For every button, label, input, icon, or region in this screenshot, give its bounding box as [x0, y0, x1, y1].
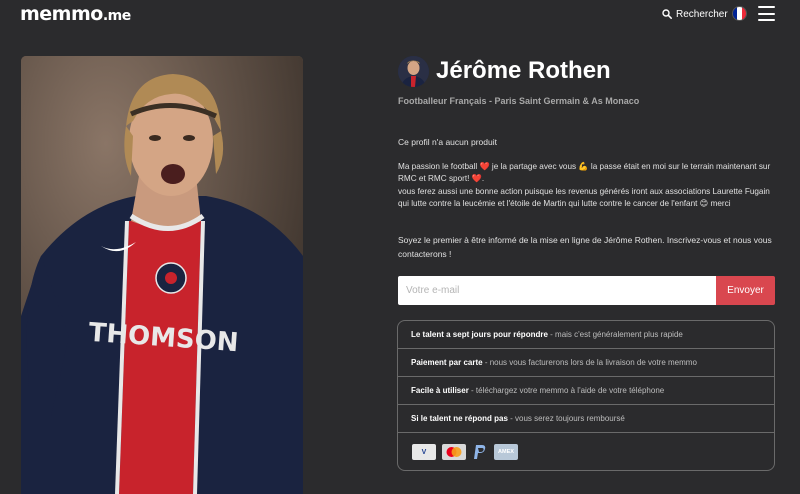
feature-title: Paiement par carte	[411, 358, 483, 367]
memmo-logo[interactable]: memmo.me	[20, 3, 131, 25]
no-products-notice: Ce profil n'a aucun produit	[398, 137, 497, 147]
logo-tld: .me	[102, 8, 131, 24]
mastercard-circles	[446, 447, 462, 457]
menu-line	[758, 12, 775, 15]
payment-methods: V AMEX	[398, 433, 774, 460]
talent-avatar	[398, 56, 429, 87]
feature-row: Paiement par carte - nous vous facturero…	[398, 349, 774, 377]
feature-description: - téléchargez votre memmo à l'aide de vo…	[468, 386, 665, 395]
amex-label: AMEX	[498, 449, 514, 455]
hamburger-menu-icon[interactable]	[758, 6, 775, 21]
feature-title: Le talent a sept jours pour répondre	[411, 330, 548, 339]
paypal-glyph	[474, 445, 486, 459]
visa-label: V	[421, 448, 427, 456]
talent-subtitle: Footballeur Français - Paris Saint Germa…	[398, 96, 640, 106]
talent-photo-illustration: THOMSON	[21, 56, 303, 494]
feature-row: Le talent a sept jours pour répondre - m…	[398, 321, 774, 349]
feature-title: Facile à utiliser	[411, 386, 469, 395]
feature-description: - nous vous facturerons lors de la livra…	[482, 358, 697, 367]
amex-icon: AMEX	[494, 444, 518, 460]
feature-row: Facile à utiliser - téléchargez votre me…	[398, 377, 774, 405]
feature-row: Si le talent ne répond pas - vous serez …	[398, 405, 774, 433]
talent-photo: THOMSON	[21, 56, 303, 494]
visa-icon: V	[412, 444, 436, 460]
language-flag-icon[interactable]	[732, 6, 747, 21]
notify-text: Soyez le premier à être informé de la mi…	[398, 235, 772, 259]
paypal-icon	[472, 444, 488, 460]
send-button[interactable]: Envoyer	[716, 276, 775, 305]
subscribe-form: Envoyer	[398, 276, 775, 305]
email-field[interactable]	[398, 276, 716, 305]
search-button[interactable]: Rechercher	[662, 7, 728, 21]
search-label: Rechercher	[676, 8, 728, 20]
mastercard-icon	[442, 444, 466, 460]
top-nav: memmo.me Rechercher	[0, 0, 800, 30]
feature-description: - mais c'est généralement plus rapide	[547, 330, 683, 339]
menu-line	[758, 19, 775, 21]
flag-stripe-red	[741, 7, 746, 20]
menu-line	[758, 6, 775, 8]
talent-bio: Ma passion le football ❤️ je la partage …	[398, 161, 778, 210]
logo-main: memmo	[20, 3, 103, 25]
features-box: Le talent a sept jours pour répondre - m…	[397, 320, 775, 471]
feature-description: - vous serez toujours remboursé	[507, 414, 625, 423]
talent-name: Jérôme Rothen	[436, 57, 611, 84]
bio-paragraph: Ma passion le football ❤️ je la partage …	[398, 162, 771, 184]
search-icon	[662, 9, 672, 19]
feature-title: Si le talent ne répond pas	[411, 414, 508, 423]
bio-paragraph: vous ferez aussi une bonne action puisqu…	[398, 186, 770, 208]
avatar-image	[398, 56, 429, 87]
